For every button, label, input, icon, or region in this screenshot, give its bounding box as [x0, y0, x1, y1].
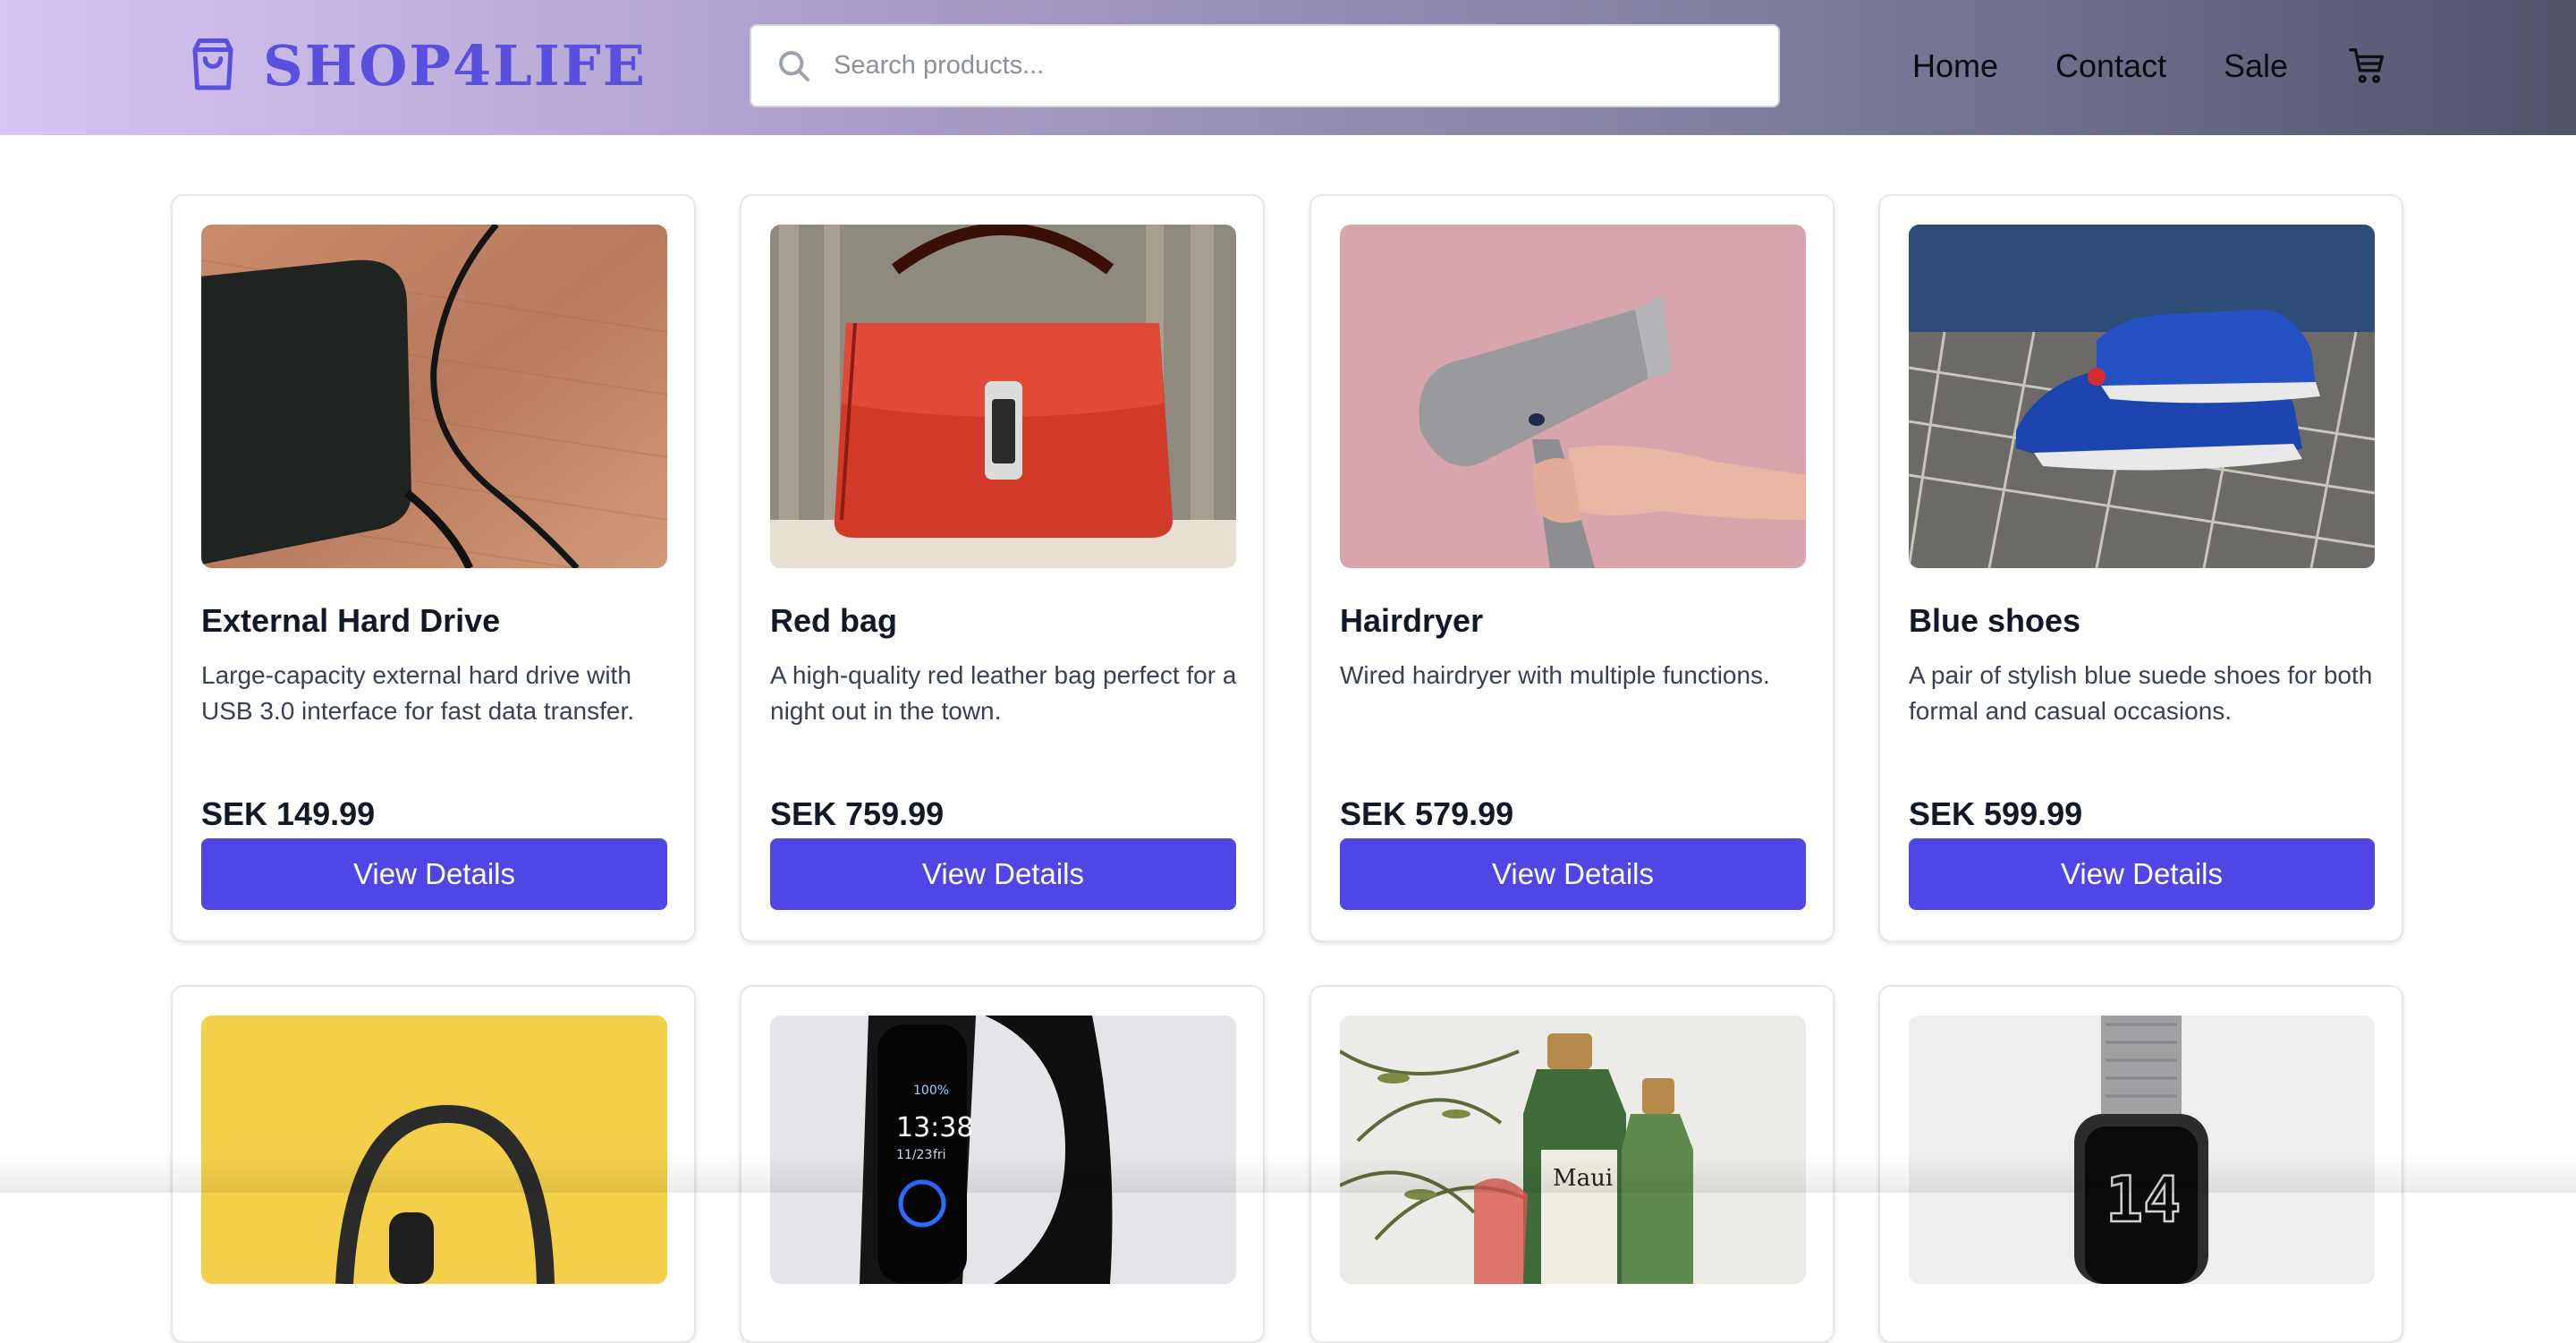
product-card: Red bag A high-quality red leather bag p…	[740, 194, 1265, 942]
product-card: Blue shoes A pair of stylish blue suede …	[1878, 194, 2403, 942]
cart-icon[interactable]	[2347, 45, 2388, 86]
product-name: Hairdryer	[1340, 602, 1484, 639]
product-name: Blue shoes	[1909, 602, 2081, 639]
product-image-fitness-band[interactable]: 100% 13:38 11/23 fri	[770, 1016, 1236, 1284]
view-details-button[interactable]: View Details	[201, 838, 667, 910]
nav-contact[interactable]: Contact	[2055, 47, 2166, 85]
product-image-headphones[interactable]	[201, 1016, 667, 1284]
view-details-button[interactable]: View Details	[770, 838, 1236, 910]
product-card: Maui	[1309, 985, 1835, 1343]
product-price: SEK 149.99	[201, 795, 376, 832]
product-description: Large-capacity external hard drive with …	[201, 661, 635, 725]
band-day-text: fri	[933, 1148, 946, 1162]
product-card: 14	[1878, 985, 2403, 1343]
product-card	[171, 985, 696, 1343]
product-card: External Hard Drive Large-capacity exter…	[171, 194, 696, 942]
search-input[interactable]	[834, 51, 1728, 81]
product-image-blue-shoes[interactable]	[1909, 225, 2375, 568]
watch-face-text: 14	[2106, 1163, 2181, 1237]
product-image-hairdryer[interactable]	[1340, 225, 1806, 568]
product-card: Hairdryer Wired hairdryer with multiple …	[1309, 194, 1835, 942]
product-card: 100% 13:38 11/23 fri	[740, 985, 1265, 1343]
product-price: SEK 759.99	[770, 795, 945, 832]
product-price: SEK 579.99	[1340, 795, 1514, 832]
search-bar	[750, 24, 1780, 107]
band-date-text: 11/23	[896, 1148, 932, 1162]
brand-logo[interactable]: SHOP4LIFE	[186, 32, 647, 98]
product-description: A high-quality red leather bag perfect f…	[770, 661, 1237, 725]
nav-sale[interactable]: Sale	[2224, 47, 2288, 85]
search-icon	[779, 50, 809, 81]
product-image-red-bag[interactable]	[770, 225, 1236, 568]
band-battery-text: 100%	[913, 1084, 949, 1098]
product-name: Red bag	[770, 602, 898, 639]
brand-name: SHOP4LIFE	[263, 32, 647, 98]
view-details-button[interactable]: View Details	[1909, 838, 2375, 910]
product-image-smartwatch[interactable]: 14	[1909, 1016, 2375, 1284]
product-description: Wired hairdryer with multiple functions.	[1340, 661, 1770, 689]
shopping-bag-icon	[192, 38, 233, 90]
product-description: A pair of stylish blue suede shoes for b…	[1909, 661, 2373, 725]
product-image-cosmetic-bottles[interactable]: Maui	[1340, 1016, 1806, 1284]
site-header: SHOP4LIFE Home Contact Sale	[0, 0, 2576, 135]
band-time-text: 13:38	[896, 1112, 973, 1143]
product-image-external-hard-drive[interactable]	[201, 225, 667, 568]
product-price: SEK 599.99	[1909, 795, 2083, 832]
view-details-button[interactable]: View Details	[1340, 838, 1806, 910]
product-name: External Hard Drive	[201, 602, 501, 639]
bottle-label-text: Maui	[1553, 1165, 1613, 1192]
nav-home[interactable]: Home	[1912, 47, 1998, 85]
